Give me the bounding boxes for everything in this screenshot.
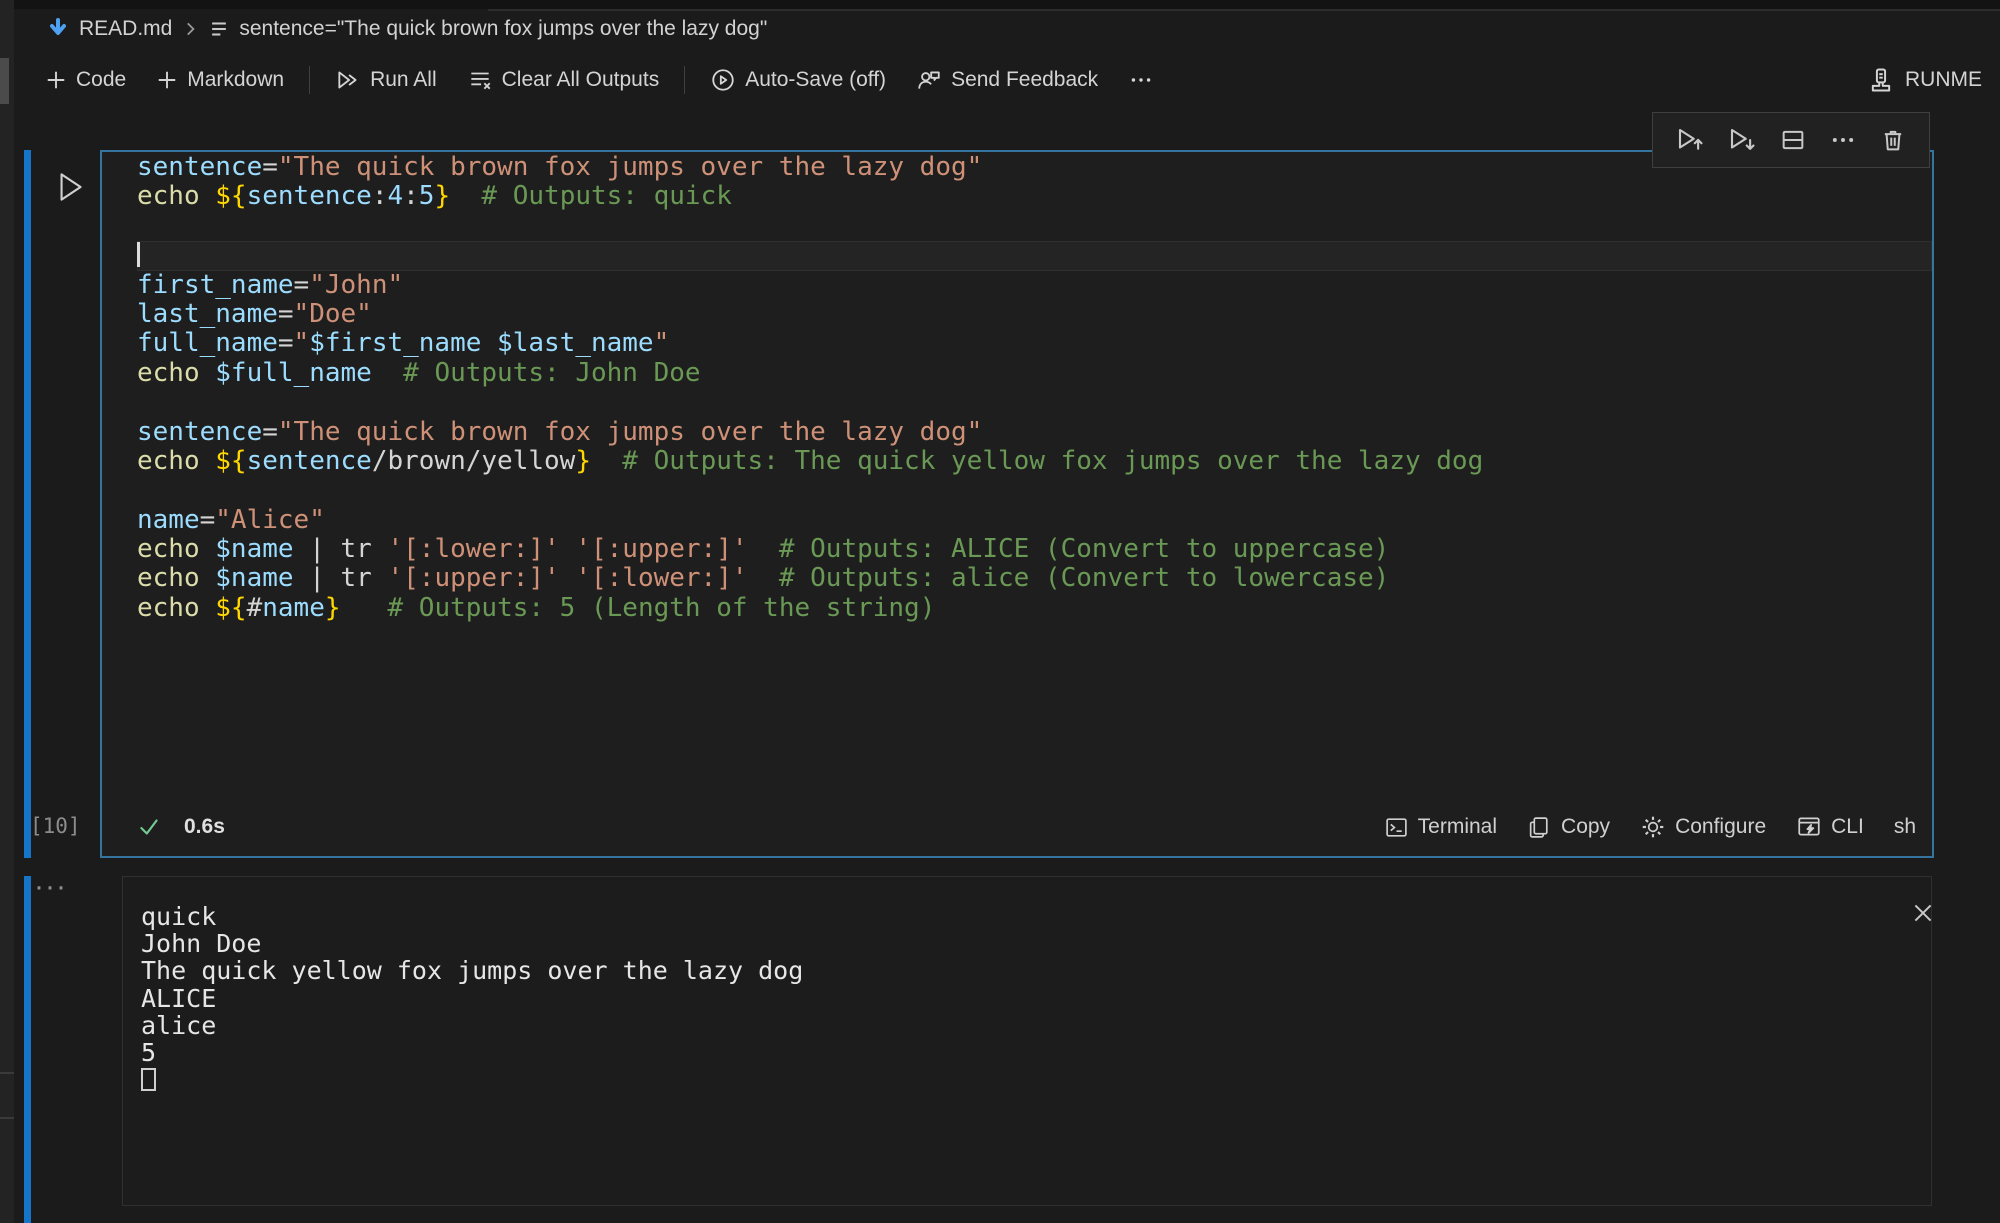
run-all-button[interactable]: Run All <box>320 60 452 100</box>
run-all-label: Run All <box>370 68 437 92</box>
execution-duration: 0.6s <box>184 815 225 839</box>
output-lines: quickJohn DoeThe quick yellow fox jumps … <box>141 903 1931 1093</box>
breadcrumb-cell[interactable]: sentence="The quick brown fox jumps over… <box>239 17 767 41</box>
copy-button[interactable]: Copy <box>1527 815 1610 840</box>
auto-save-label: Auto-Save (off) <box>745 68 886 92</box>
code-line[interactable]: echo ${sentence/brown/yellow} # Outputs:… <box>137 447 1932 476</box>
language-picker[interactable]: sh <box>1894 815 1916 839</box>
add-markdown-cell-button[interactable]: Markdown <box>141 60 299 100</box>
add-code-label: Code <box>76 68 126 92</box>
gutter-separator <box>0 1072 14 1074</box>
code-line[interactable]: sentence="The quick brown fox jumps over… <box>137 418 1932 447</box>
breadcrumb: READ.md sentence="The quick brown fox ju… <box>46 14 767 44</box>
left-gutter-strip <box>0 0 14 1223</box>
cell-toolbar <box>1652 112 1930 168</box>
play-circle-icon <box>710 67 736 93</box>
terminal-block-cursor <box>141 1068 156 1091</box>
close-output-button[interactable] <box>1906 896 1940 930</box>
cli-icon <box>1796 814 1822 840</box>
stamp-icon <box>1867 66 1895 94</box>
list-icon <box>208 18 230 40</box>
copy-icon <box>1527 815 1552 840</box>
terminal-icon <box>1384 815 1409 840</box>
split-cell-icon[interactable] <box>1779 126 1807 154</box>
send-feedback-label: Send Feedback <box>951 68 1098 92</box>
clear-all-outputs-button[interactable]: Clear All Outputs <box>452 60 675 100</box>
kernel-label: RUNME <box>1905 68 1982 92</box>
plus-icon <box>156 69 178 91</box>
run-above-icon[interactable] <box>1675 125 1705 155</box>
editor-top-border <box>488 9 2000 11</box>
code-line[interactable] <box>137 388 1932 417</box>
auto-save-toggle[interactable]: Auto-Save (off) <box>695 60 901 100</box>
output-line: 5 <box>141 1039 1931 1066</box>
toolbar-divider <box>309 66 310 94</box>
code-line[interactable] <box>137 476 1932 505</box>
kernel-picker-button[interactable]: RUNME <box>1867 54 1982 106</box>
notebook-toolbar: Code Markdown Run All Clear All Outputs … <box>30 54 1169 106</box>
code-lines: sentence="The quick brown fox jumps over… <box>137 153 1932 623</box>
output-collapse-button[interactable]: ··· <box>34 872 67 902</box>
run-cell-button[interactable] <box>52 168 88 206</box>
code-line[interactable]: echo $name | tr '[:lower:]' '[:upper:]' … <box>137 535 1932 564</box>
code-line[interactable]: echo ${sentence:4:5} # Outputs: quick <box>137 182 1932 211</box>
copy-label: Copy <box>1561 815 1610 839</box>
cli-button[interactable]: CLI <box>1796 814 1864 840</box>
output-focus-bar <box>24 876 31 1223</box>
code-line[interactable]: last_name="Doe" <box>137 300 1932 329</box>
more-actions-button[interactable] <box>1113 60 1169 100</box>
scrollbar-thumb[interactable] <box>0 58 9 104</box>
gear-icon <box>1640 814 1666 840</box>
top-strip <box>0 0 2000 9</box>
code-line[interactable]: first_name="John" <box>137 271 1932 300</box>
terminal-label: Terminal <box>1418 815 1497 839</box>
plus-icon <box>45 69 67 91</box>
cli-label: CLI <box>1831 815 1864 839</box>
code-line[interactable]: echo $name | tr '[:upper:]' '[:lower:]' … <box>137 564 1932 593</box>
output-line <box>141 1066 1931 1093</box>
terminal-button[interactable]: Terminal <box>1384 815 1497 840</box>
delete-cell-icon[interactable] <box>1879 126 1907 154</box>
markdown-file-icon <box>46 17 70 41</box>
configure-label: Configure <box>1675 815 1766 839</box>
text-cursor <box>137 242 140 267</box>
code-editor[interactable]: sentence="The quick brown fox jumps over… <box>102 152 1932 798</box>
code-line[interactable] <box>137 241 1932 270</box>
chevron-right-icon <box>181 20 199 38</box>
code-line[interactable]: echo $full_name # Outputs: John Doe <box>137 359 1932 388</box>
add-code-cell-button[interactable]: Code <box>30 60 141 100</box>
output-line: quick <box>141 903 1931 930</box>
cell-focus-bar <box>24 150 31 858</box>
gutter-separator <box>0 1117 14 1119</box>
language-label: sh <box>1894 815 1916 839</box>
code-line[interactable]: full_name="$first_name $last_name" <box>137 329 1932 358</box>
code-line[interactable]: name="Alice" <box>137 506 1932 535</box>
run-all-icon <box>335 67 361 93</box>
add-markdown-label: Markdown <box>187 68 284 92</box>
output-line: alice <box>141 1012 1931 1039</box>
output-line: John Doe <box>141 930 1931 957</box>
feedback-icon <box>916 67 942 93</box>
notebook-cell: sentence="The quick brown fox jumps over… <box>100 150 1934 858</box>
code-line[interactable]: echo ${#name} # Outputs: 5 (Length of th… <box>137 594 1932 623</box>
toolbar-divider <box>684 66 685 94</box>
more-actions-icon[interactable] <box>1829 126 1857 154</box>
ellipsis-icon <box>1128 67 1154 93</box>
run-below-icon[interactable] <box>1727 125 1757 155</box>
send-feedback-button[interactable]: Send Feedback <box>901 60 1113 100</box>
execution-count: [10] <box>30 814 81 838</box>
clear-all-outputs-label: Clear All Outputs <box>502 68 660 92</box>
success-check-icon <box>136 814 162 840</box>
configure-button[interactable]: Configure <box>1640 814 1766 840</box>
clear-outputs-icon <box>467 67 493 93</box>
output-line: ALICE <box>141 985 1931 1012</box>
output-line: The quick yellow fox jumps over the lazy… <box>141 957 1931 984</box>
code-line[interactable] <box>137 212 1932 241</box>
breadcrumb-file[interactable]: READ.md <box>79 17 172 41</box>
cell-statusbar: 0.6s Terminal Copy Configure <box>102 798 1932 856</box>
cell-output: quickJohn DoeThe quick yellow fox jumps … <box>122 876 1932 1206</box>
